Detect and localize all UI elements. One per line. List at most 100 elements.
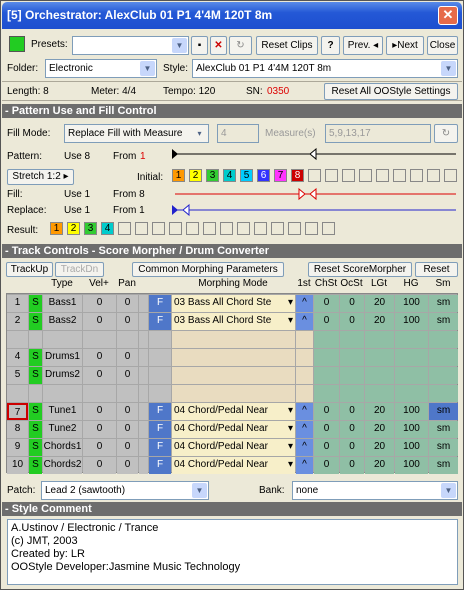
- filter-toggle[interactable]: F: [149, 439, 171, 456]
- status-led-icon[interactable]: [9, 36, 25, 52]
- refresh-icon[interactable]: ↻: [229, 36, 252, 55]
- replace-slider[interactable]: [171, 203, 461, 217]
- bank-select[interactable]: none ▼: [292, 481, 458, 500]
- hg-value: 100: [395, 403, 428, 420]
- morphing-mode-select[interactable]: 04 Chord/Pedal Near ▾: [172, 403, 295, 420]
- pattern-cell[interactable]: [325, 169, 338, 182]
- pattern-cell[interactable]: 3: [84, 222, 97, 235]
- filter-toggle[interactable]: F: [149, 421, 171, 438]
- pattern-cell[interactable]: [203, 222, 216, 235]
- sm-toggle[interactable]: sm: [429, 457, 458, 474]
- solo-button[interactable]: S: [29, 349, 42, 366]
- track-up-button[interactable]: TrackUp: [6, 262, 53, 277]
- pattern-cell[interactable]: 3: [206, 169, 219, 182]
- morphing-mode-select: [172, 385, 295, 402]
- patch-select[interactable]: Lead 2 (sawtooth) ▼: [41, 481, 209, 500]
- solo-button[interactable]: S: [29, 403, 42, 420]
- solo-button[interactable]: S: [29, 367, 42, 384]
- next-button[interactable]: ▸Next: [386, 36, 424, 55]
- pattern-cell[interactable]: [308, 169, 321, 182]
- sm-toggle[interactable]: sm: [429, 439, 458, 456]
- first-toggle[interactable]: ^: [296, 457, 313, 474]
- sm-toggle[interactable]: sm: [429, 403, 458, 420]
- stretch-button[interactable]: Stretch 1:2 ▸: [7, 169, 74, 185]
- fill-number-spinner[interactable]: 4: [217, 124, 259, 143]
- pattern-cell[interactable]: [342, 169, 355, 182]
- first-toggle[interactable]: ^: [296, 313, 313, 330]
- fill-mode-select[interactable]: Replace Fill with Measure ▾: [64, 124, 209, 143]
- close-button[interactable]: Close: [427, 36, 458, 55]
- morphing-mode-select[interactable]: 03 Bass All Chord Ste ▾: [172, 313, 295, 330]
- pattern-cell[interactable]: 1: [172, 169, 185, 182]
- solo-button[interactable]: S: [29, 421, 42, 438]
- folder-select[interactable]: Electronic ▼: [45, 59, 157, 78]
- help-button[interactable]: ?: [321, 36, 340, 55]
- pattern-cell[interactable]: 1: [50, 222, 63, 235]
- style-select[interactable]: AlexClub 01 P1 4'4M 120T 8m ▼: [192, 59, 458, 78]
- pattern-cell[interactable]: [118, 222, 131, 235]
- solo-button[interactable]: S: [29, 439, 42, 456]
- pattern-cell[interactable]: 5: [240, 169, 253, 182]
- fill-slider[interactable]: [171, 187, 461, 201]
- pattern-cell[interactable]: [254, 222, 267, 235]
- filter-toggle[interactable]: F: [149, 403, 171, 420]
- pattern-cell[interactable]: [427, 169, 440, 182]
- sm-toggle[interactable]: sm: [429, 421, 458, 438]
- first-toggle[interactable]: ^: [296, 403, 313, 420]
- reset-button[interactable]: Reset: [415, 262, 458, 277]
- pattern-cell[interactable]: [322, 222, 335, 235]
- pattern-cell[interactable]: [444, 169, 457, 182]
- presets-combo[interactable]: ▼: [72, 36, 189, 55]
- filter-toggle[interactable]: F: [149, 313, 171, 330]
- pattern-cell[interactable]: 2: [67, 222, 80, 235]
- pattern-cell[interactable]: 7: [274, 169, 287, 182]
- pattern-cell[interactable]: 4: [223, 169, 236, 182]
- morphing-mode-select[interactable]: 04 Chord/Pedal Near ▾: [172, 421, 295, 438]
- pattern-cell[interactable]: [376, 169, 389, 182]
- pattern-cell[interactable]: [410, 169, 423, 182]
- filter-toggle[interactable]: F: [149, 295, 171, 312]
- column-header: ChSt: [314, 278, 338, 289]
- pattern-cell[interactable]: [220, 222, 233, 235]
- pattern-cell[interactable]: [271, 222, 284, 235]
- morphing-mode-select[interactable]: 04 Chord/Pedal Near ▾: [172, 439, 295, 456]
- pattern-cell[interactable]: [393, 169, 406, 182]
- pattern-cell[interactable]: [237, 222, 250, 235]
- save-icon[interactable]: ▪: [191, 36, 208, 55]
- pattern-slider[interactable]: [171, 147, 461, 161]
- delete-icon[interactable]: ✕: [210, 36, 227, 55]
- reset-scoremorpher-button[interactable]: Reset ScoreMorpher: [308, 262, 412, 277]
- first-toggle[interactable]: ^: [296, 421, 313, 438]
- reset-all-button[interactable]: Reset All OOStyle Settings: [324, 83, 458, 100]
- sm-toggle[interactable]: sm: [429, 295, 458, 312]
- pattern-cell[interactable]: [152, 222, 165, 235]
- filter-toggle[interactable]: F: [149, 457, 171, 474]
- pattern-cell[interactable]: 8: [291, 169, 304, 182]
- sm-toggle[interactable]: sm: [429, 313, 458, 330]
- pattern-cell[interactable]: [135, 222, 148, 235]
- tempo-text: Tempo: 120: [163, 86, 216, 97]
- first-toggle[interactable]: ^: [296, 439, 313, 456]
- reset-clips-button[interactable]: Reset Clips: [256, 36, 318, 55]
- pattern-cell[interactable]: [169, 222, 182, 235]
- track-down-button[interactable]: TrackDn: [55, 262, 104, 277]
- solo-button[interactable]: S: [29, 313, 42, 330]
- pattern-cell[interactable]: 4: [101, 222, 114, 235]
- pattern-cell[interactable]: 6: [257, 169, 270, 182]
- pattern-cell[interactable]: 2: [189, 169, 202, 182]
- prev-button[interactable]: Prev. ◂: [343, 36, 383, 55]
- morphing-mode-select[interactable]: 04 Chord/Pedal Near ▾: [172, 457, 295, 474]
- close-window-button[interactable]: ✕: [438, 6, 458, 25]
- morphing-mode-select[interactable]: 03 Bass All Chord Ste ▾: [172, 295, 295, 312]
- solo-button[interactable]: S: [29, 457, 42, 474]
- pattern-cell[interactable]: [186, 222, 199, 235]
- refresh-icon[interactable]: ↻: [434, 124, 458, 143]
- first-toggle[interactable]: ^: [296, 295, 313, 312]
- pattern-cell[interactable]: [305, 222, 318, 235]
- measures-input[interactable]: 5,9,13,17: [325, 124, 431, 143]
- style-comment-box[interactable]: A.Ustinov / Electronic / Trance (c) JMT, …: [7, 519, 458, 585]
- pattern-cell[interactable]: [359, 169, 372, 182]
- solo-button[interactable]: S: [29, 295, 42, 312]
- common-morphing-button[interactable]: Common Morphing Parameters: [132, 262, 284, 277]
- pattern-cell[interactable]: [288, 222, 301, 235]
